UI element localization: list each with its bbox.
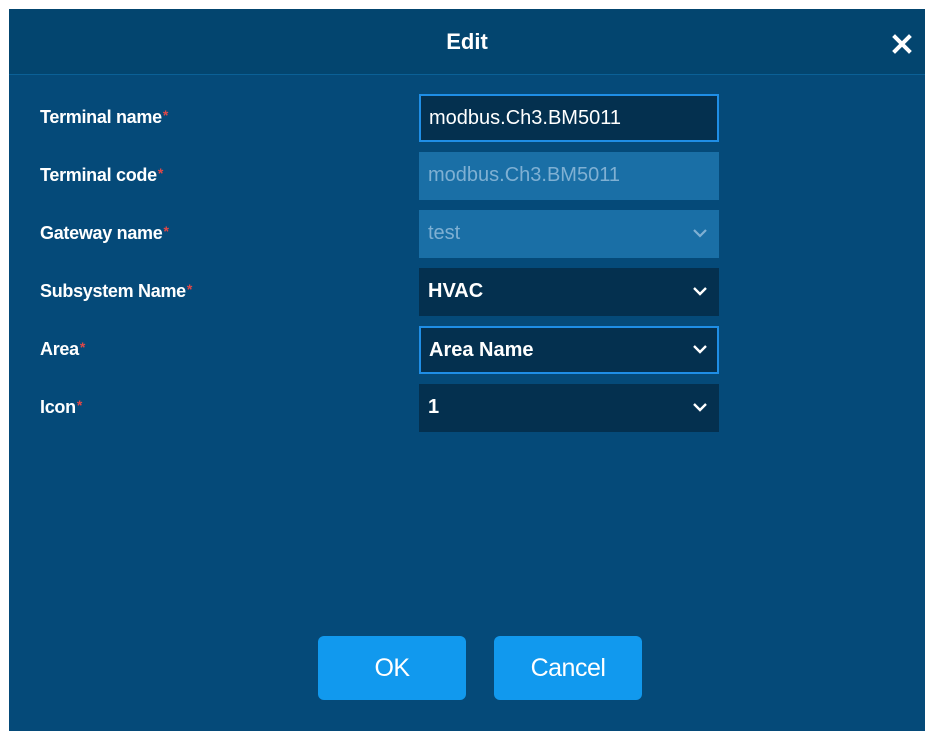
area-label: Area* bbox=[40, 339, 85, 359]
subsystem-name-value: HVAC bbox=[428, 280, 484, 302]
required-mark: * bbox=[162, 107, 168, 123]
gateway-name-label: Gateway name* bbox=[40, 223, 169, 243]
dialog-title: Edit bbox=[446, 29, 488, 54]
terminal-name-row: Terminal name* modbus.Ch3.BM5011 bbox=[9, 94, 925, 142]
cancel-button[interactable]: Cancel bbox=[494, 636, 642, 700]
chevron-down-icon bbox=[693, 287, 707, 296]
subsystem-name-row: Subsystem Name* HVAC bbox=[9, 268, 925, 316]
close-icon[interactable] bbox=[889, 31, 915, 57]
ok-button[interactable]: OK bbox=[318, 636, 466, 700]
icon-row: Icon* 1 bbox=[9, 384, 925, 432]
subsystem-name-label: Subsystem Name* bbox=[40, 281, 193, 301]
required-mark: * bbox=[186, 281, 193, 297]
area-select[interactable]: Area Name bbox=[419, 326, 719, 374]
terminal-code-label: Terminal code* bbox=[40, 165, 163, 185]
required-mark: * bbox=[79, 339, 85, 355]
required-mark: * bbox=[76, 397, 82, 413]
terminal-name-label: Terminal name* bbox=[40, 107, 168, 127]
icon-select[interactable]: 1 bbox=[419, 384, 719, 432]
icon-value: 1 bbox=[428, 396, 440, 418]
area-row: Area* Area Name bbox=[9, 326, 925, 374]
terminal-code-input: modbus.Ch3.BM5011 bbox=[419, 152, 719, 200]
chevron-down-icon bbox=[693, 403, 707, 412]
chevron-down-icon bbox=[693, 345, 707, 354]
subsystem-name-select[interactable]: HVAC bbox=[419, 268, 719, 316]
edit-dialog: Edit Terminal name* modbus.Ch3.BM5011 Te… bbox=[9, 9, 925, 731]
icon-label: Icon* bbox=[40, 397, 82, 417]
required-mark: * bbox=[157, 165, 163, 181]
dialog-header: Edit bbox=[9, 9, 925, 75]
area-value: Area Name bbox=[429, 339, 534, 361]
required-mark: * bbox=[163, 223, 169, 239]
chevron-down-icon bbox=[693, 229, 707, 238]
gateway-name-value: test bbox=[428, 222, 461, 244]
gateway-name-select: test bbox=[419, 210, 719, 258]
terminal-code-row: Terminal code* modbus.Ch3.BM5011 bbox=[9, 152, 925, 200]
terminal-name-input[interactable]: modbus.Ch3.BM5011 bbox=[419, 94, 719, 142]
gateway-name-row: Gateway name* test bbox=[9, 210, 925, 258]
